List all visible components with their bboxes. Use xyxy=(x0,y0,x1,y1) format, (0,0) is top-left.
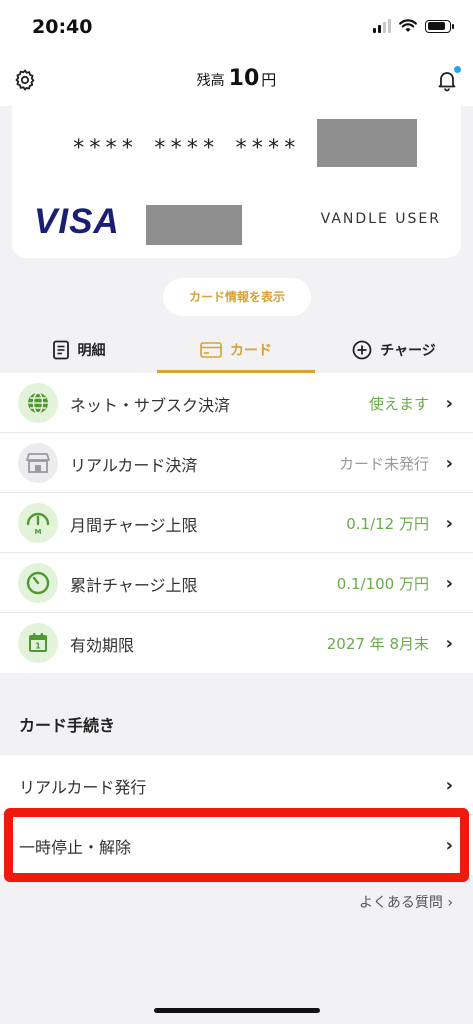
document-icon xyxy=(52,340,69,359)
row-label: 月間チャージ上限 xyxy=(70,516,198,535)
gauge-icon xyxy=(18,563,58,603)
card-detail-redaction xyxy=(146,205,242,245)
row-label: 有効期限 xyxy=(70,636,135,655)
chevron-right-icon: › xyxy=(445,775,453,796)
row-label: リアルカード決済 xyxy=(70,456,198,475)
row-value: 使えます xyxy=(368,395,429,413)
plus-circle-icon xyxy=(352,340,372,359)
status-icons xyxy=(373,19,454,33)
status-time: 20:40 xyxy=(32,16,93,38)
chevron-right-icon: › xyxy=(445,453,453,474)
faq-label: よくある質問 xyxy=(358,895,443,911)
row-label: ネット・サブスク決済 xyxy=(70,396,231,415)
tab-card-label: カード xyxy=(230,342,272,359)
signal-icon xyxy=(373,19,391,33)
card-area: **** **** **** VISA VANDLE USER xyxy=(0,106,473,264)
battery-icon xyxy=(425,19,454,33)
card-number-redaction xyxy=(317,119,417,167)
globe-icon xyxy=(18,383,58,423)
card-holder-name: VANDLE USER xyxy=(320,211,441,227)
tab-charge-label: チャージ xyxy=(380,342,436,359)
virtual-card: **** **** **** VISA VANDLE USER xyxy=(12,106,461,258)
monthly-gauge-icon: M xyxy=(18,503,58,543)
svg-text:M: M xyxy=(35,528,42,536)
tab-statement-label: 明細 xyxy=(77,342,106,359)
chevron-right-icon: › xyxy=(445,393,453,414)
row-value: カード未発行 xyxy=(338,455,429,473)
row-expiration[interactable]: 1 有効期限 2027 年 8月末 › xyxy=(0,613,473,673)
tab-bar: 明細 カード チャージ xyxy=(0,326,473,373)
visa-logo: VISA xyxy=(34,202,120,241)
row-value: 0.1/100 万円 xyxy=(336,575,429,593)
store-icon xyxy=(18,443,58,483)
highlight-annotation xyxy=(4,808,469,882)
section-title-card-procedures: カード手続き xyxy=(19,716,116,735)
chevron-right-icon: › xyxy=(445,573,453,594)
row-monthly-charge-limit[interactable]: M 月間チャージ上限 0.1/12 万円 › xyxy=(0,493,473,553)
row-real-card-payment[interactable]: リアルカード決済 カード未発行 › xyxy=(0,433,473,493)
status-bar: 20:40 xyxy=(0,0,473,58)
home-indicator xyxy=(154,1008,320,1013)
item-label: リアルカード発行 xyxy=(19,778,147,797)
balance-label: 残高 xyxy=(196,73,225,89)
tab-card[interactable]: カード xyxy=(157,326,315,373)
balance-display: 残高 10 円 xyxy=(0,66,473,91)
tab-statement[interactable]: 明細 xyxy=(0,326,157,373)
card-icon xyxy=(200,341,222,358)
row-value: 2027 年 8月末 xyxy=(326,635,429,653)
tab-charge[interactable]: チャージ xyxy=(315,326,473,373)
notification-badge xyxy=(454,66,461,73)
header: 残高 10 円 xyxy=(0,58,473,106)
balance-amount: 10 xyxy=(228,66,260,91)
chevron-right-icon: › xyxy=(445,633,453,654)
row-value: 0.1/12 万円 xyxy=(346,515,429,533)
show-card-info-button[interactable]: カード情報を表示 xyxy=(163,278,311,316)
balance-unit: 円 xyxy=(261,71,277,89)
row-online-payment[interactable]: ネット・サブスク決済 使えます › xyxy=(0,373,473,433)
issue-real-card-item[interactable]: リアルカード発行 › xyxy=(0,755,473,815)
calendar-icon: 1 xyxy=(18,623,58,663)
chevron-right-icon: › xyxy=(445,513,453,534)
card-number: **** **** **** xyxy=(72,136,300,161)
faq-link[interactable]: よくある質問 › xyxy=(359,892,453,912)
wifi-icon xyxy=(399,19,417,32)
card-info-list: ネット・サブスク決済 使えます › リアルカード決済 カード未発行 › M 月間… xyxy=(0,373,473,673)
row-label: 累計チャージ上限 xyxy=(70,576,198,595)
svg-text:1: 1 xyxy=(35,642,41,651)
row-total-charge-limit[interactable]: 累計チャージ上限 0.1/100 万円 › xyxy=(0,553,473,613)
